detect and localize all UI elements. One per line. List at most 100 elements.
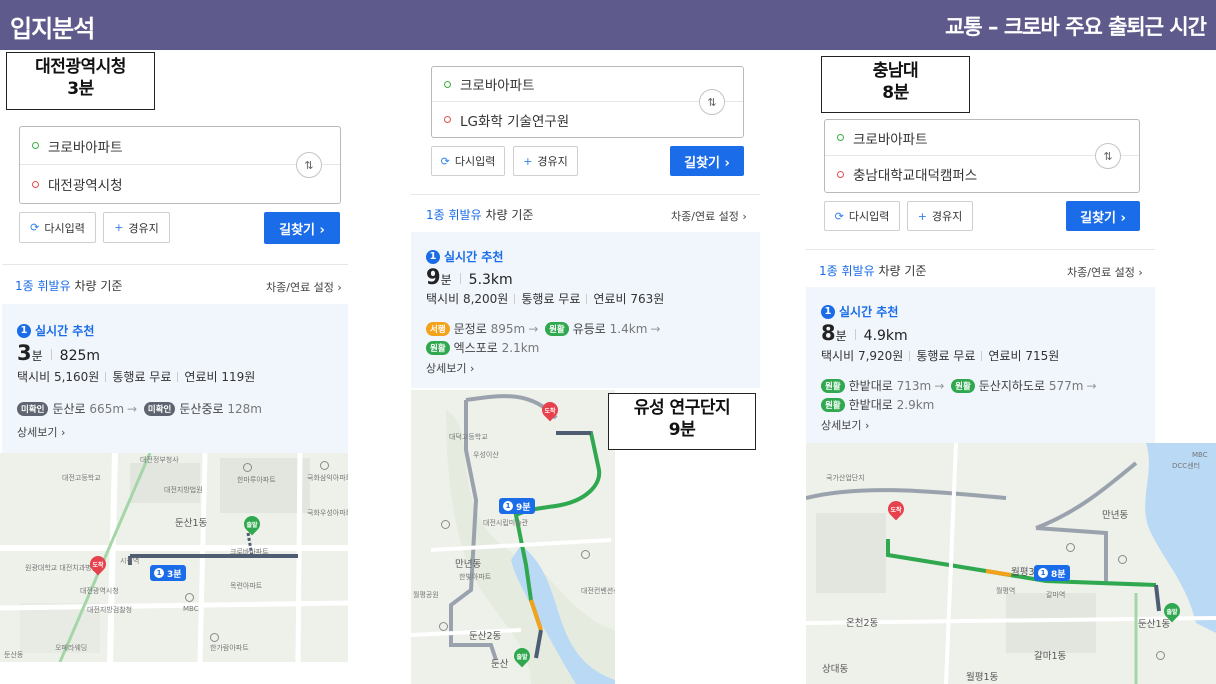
refresh-icon: ⟳: [30, 221, 40, 234]
traffic-badge: 원활: [545, 322, 569, 336]
search-route-button[interactable]: 길찾기 ›: [1066, 201, 1140, 231]
route-time-chip: 1 8분: [1034, 565, 1070, 581]
slide-header: 입지분석 교통 – 크로바 주요 출퇴근 시간: [0, 0, 1216, 50]
traffic-badge: 원활: [951, 379, 975, 393]
poi-icon: [1066, 543, 1075, 552]
route-panel-research-complex: 크로바아파트 LG화학 기술연구원 ⇅ ⟳ 다시입력 + 경유지 길찾기 › 1종 …: [411, 58, 760, 388]
route-input-box: 크로바아파트 LG화학 기술연구원 ⇅: [431, 66, 744, 138]
vehicle-setting-link[interactable]: 차종/연료 설정 ›: [266, 279, 342, 295]
waypoint-button[interactable]: + 경유지: [103, 212, 170, 243]
origin-dot-icon: [32, 142, 39, 149]
divider: [2, 264, 348, 265]
route-input-box: 크로바아파트 대전광역시청 ⇅: [19, 126, 341, 204]
search-route-button[interactable]: 길찾기 ›: [670, 146, 744, 176]
origin-dot-icon: [837, 134, 844, 141]
poi-icon: [243, 463, 252, 472]
map-dong-label: 둔산: [491, 659, 509, 670]
poi-icon: [441, 520, 450, 529]
route-map-research-complex[interactable]: 만년동 둔산2동 둔산 대덕고등학교 우성이산 대전시립미술관 한빛아파트 대전…: [411, 390, 615, 684]
route-panel-city-hall: 크로바아파트 대전광역시청 ⇅ ⟳ 다시입력 + 경유지 길찾기 › 1종 휘발유 …: [2, 118, 348, 453]
map-dong-label: 갈마1동: [1034, 651, 1067, 662]
travel-time: 8분 4.9km: [821, 321, 908, 345]
reset-button[interactable]: ⟳ 다시입력: [431, 146, 505, 176]
route-result[interactable]: 1 실시간 추천 9분 5.3km 택시비 8,200원 통행료 무료 연료비 763원…: [411, 232, 760, 388]
plus-icon: +: [917, 209, 927, 223]
route-result[interactable]: 1 실시간 추천 8분 4.9km 택시비 7,920원 통행료 무료 연료비 715원…: [806, 287, 1155, 443]
route-panel-cnu: 크로바아파트 충남대학교대덕캠퍼스 ⇅ ⟳ 다시입력 + 경유지 길찾기 › 1종 …: [806, 113, 1155, 443]
route-result[interactable]: 1 실시간 추천 3분 825m 택시비 5,160원 통행료 무료 연료비 119원 …: [2, 304, 348, 453]
cost-info: 택시비 8,200원 통행료 무료 연료비 763원: [426, 292, 665, 306]
route-time-chip: 1 3분: [150, 565, 186, 581]
destination-field[interactable]: 대전광역시청: [20, 165, 340, 203]
origin-field[interactable]: 크로바아파트: [432, 67, 743, 102]
road-list-2: 원활 엑스포로 2.1km: [426, 339, 539, 356]
refresh-icon: ⟳: [440, 154, 450, 168]
map-canvas: [411, 390, 615, 684]
route-map-cnu[interactable]: 월평3동 만년동 둔산1동 온천2동 갈마1동 상대동 월평1동 국가산업단지 …: [806, 443, 1216, 684]
vehicle-criteria: 1종 휘발유 차량 기준: [426, 208, 534, 222]
origin-field[interactable]: 크로바아파트: [825, 120, 1139, 156]
reset-button[interactable]: ⟳ 다시입력: [824, 201, 900, 231]
destination-label-cnu: 충남대 8분: [821, 56, 970, 113]
detail-link[interactable]: 상세보기 ›: [17, 424, 65, 440]
travel-time: 3분 825m: [17, 341, 101, 365]
map-dong-label: 온천2동: [846, 618, 879, 629]
refresh-icon: ⟳: [834, 209, 844, 223]
poi-icon: [185, 593, 194, 602]
route-input-box: 크로바아파트 충남대학교대덕캠퍼스 ⇅: [824, 119, 1140, 193]
poi-icon: [581, 550, 590, 559]
swap-icon[interactable]: ⇅: [1095, 143, 1121, 169]
traffic-badge: 원활: [426, 341, 450, 355]
route-map-city-hall[interactable]: 둔산1동 대전정부청사 국화삼익아파트 한마루아파트 대전지방법원 대전고등학교…: [0, 453, 348, 662]
road-list: 서행 문정로 895m → 원활 유등로 1.4km →: [426, 320, 663, 337]
vehicle-criteria: 1종 휘발유 차량 기준: [819, 264, 927, 278]
divider: [806, 249, 1155, 250]
poi-icon: [1118, 555, 1127, 564]
map-dong-label: 둔산1동: [175, 518, 208, 529]
swap-icon[interactable]: ⇅: [699, 89, 725, 115]
realtime-recommend: 1 실시간 추천: [426, 248, 503, 265]
map-dong-label: 월평1동: [966, 672, 999, 683]
travel-time: 9분 5.3km: [426, 265, 513, 289]
map-dong-label: 상대동: [822, 664, 849, 675]
cost-info: 택시비 7,920원 통행료 무료 연료비 715원: [821, 349, 1060, 363]
poi-icon: [320, 461, 329, 470]
plus-icon: +: [114, 221, 124, 234]
map-dong-label: 만년동: [1102, 510, 1129, 521]
destination-label-research-complex: 유성 연구단지 9분: [608, 393, 756, 450]
vehicle-setting-link[interactable]: 차종/연료 설정 ›: [671, 208, 747, 224]
realtime-recommend: 1 실시간 추천: [821, 303, 898, 320]
traffic-badge: 원활: [821, 379, 845, 393]
map-dong-label: 만년동: [455, 559, 482, 570]
poi-icon: [1156, 651, 1165, 660]
destination-dot-icon: [32, 180, 39, 188]
origin-dot-icon: [444, 80, 451, 88]
swap-icon[interactable]: ⇅: [296, 152, 322, 178]
destination-dot-icon: [444, 116, 451, 123]
cost-info: 택시비 5,160원 통행료 무료 연료비 119원: [17, 370, 256, 384]
destination-field[interactable]: LG화학 기술연구원: [432, 102, 743, 137]
road-list: 원활 한밭대로 713m → 원활 둔산지하도로 577m →: [821, 377, 1100, 394]
slide-subtitle: 교통 – 크로바 주요 출퇴근 시간: [945, 15, 1207, 39]
traffic-badge: 서행: [426, 322, 450, 336]
waypoint-button[interactable]: + 경유지: [907, 201, 973, 231]
traffic-badge: 미확인: [17, 402, 49, 416]
divider: [411, 194, 760, 195]
destination-dot-icon: [837, 170, 844, 178]
map-dong-label: 둔산1동: [1138, 619, 1171, 630]
origin-field[interactable]: 크로바아파트: [20, 127, 340, 165]
vehicle-setting-link[interactable]: 차종/연료 설정 ›: [1067, 264, 1143, 280]
realtime-recommend: 1 실시간 추천: [17, 322, 94, 339]
poi-icon: [439, 622, 448, 631]
detail-link[interactable]: 상세보기 ›: [426, 360, 474, 376]
waypoint-button[interactable]: + 경유지: [513, 146, 578, 176]
slide-title: 입지분석: [10, 15, 95, 43]
map-dong-label: 둔산2동: [469, 631, 502, 642]
plus-icon: +: [523, 154, 533, 168]
reset-button[interactable]: ⟳ 다시입력: [19, 212, 96, 243]
detail-link[interactable]: 상세보기 ›: [821, 417, 869, 433]
destination-label-city-hall: 대전광역시청 3분: [6, 52, 155, 110]
search-route-button[interactable]: 길찾기 ›: [264, 212, 340, 244]
traffic-badge: 원활: [821, 398, 845, 412]
destination-field[interactable]: 충남대학교대덕캠퍼스: [825, 156, 1139, 192]
